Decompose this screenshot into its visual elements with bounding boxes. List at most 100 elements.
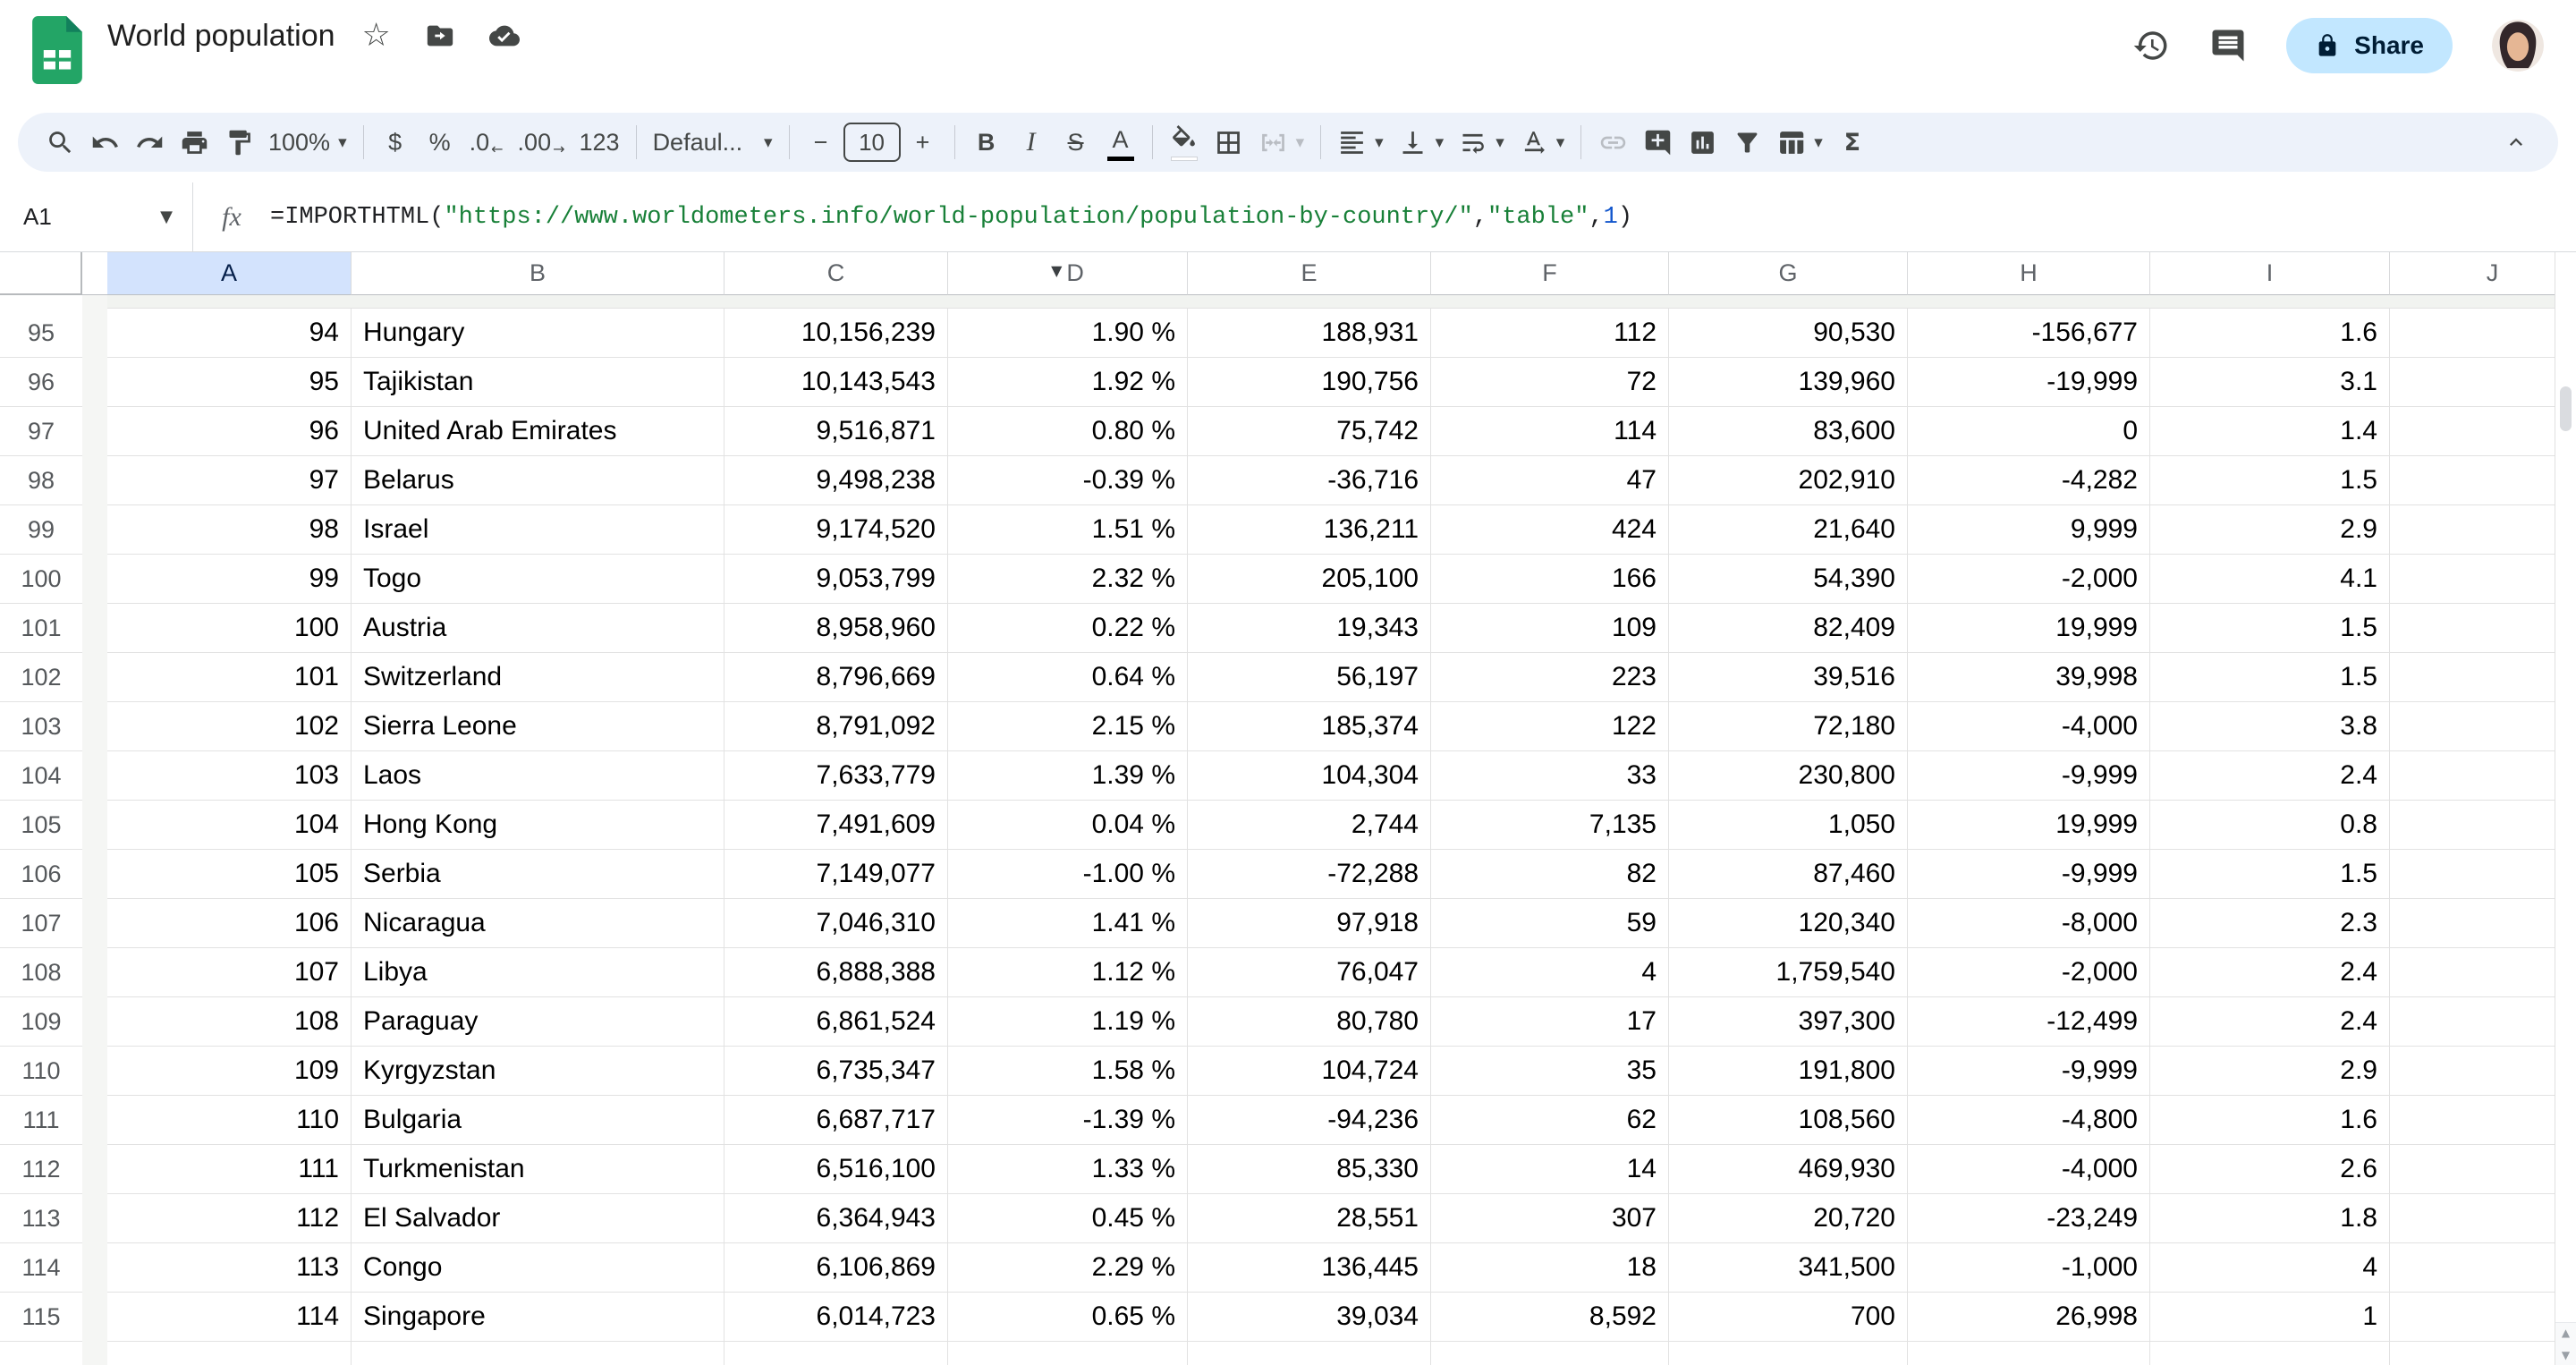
row-header[interactable]: 97	[0, 407, 82, 456]
cell-F112[interactable]: 14	[1431, 1145, 1669, 1194]
column-header-H[interactable]: H	[1908, 252, 2150, 295]
cell-I105[interactable]: 0.8	[2150, 801, 2390, 850]
scroll-up-icon[interactable]: ▲	[2562, 1327, 2570, 1339]
row-header[interactable]: 103	[0, 702, 82, 751]
horizontal-align-button[interactable]	[1330, 120, 1391, 165]
column-header-F[interactable]: F	[1431, 252, 1669, 295]
cell-G115[interactable]: 700	[1669, 1293, 1908, 1342]
row-header[interactable]	[0, 1342, 82, 1365]
vertical-scrollbar[interactable]: ▲▼	[2555, 252, 2576, 1365]
cell-C114[interactable]: 6,106,869	[724, 1243, 948, 1293]
cell-E[interactable]	[1188, 1342, 1431, 1365]
cell-H103[interactable]: -4,000	[1908, 702, 2150, 751]
cell-I99[interactable]: 2.9	[2150, 505, 2390, 555]
cell-A109[interactable]: 108	[107, 997, 352, 1047]
cell-C103[interactable]: 8,791,092	[724, 702, 948, 751]
cell-E103[interactable]: 185,374	[1188, 702, 1431, 751]
cell-G106[interactable]: 87,460	[1669, 850, 1908, 899]
cell-F96[interactable]: 72	[1431, 358, 1669, 407]
cell-H107[interactable]: -8,000	[1908, 899, 2150, 948]
cell-I106[interactable]: 1.5	[2150, 850, 2390, 899]
cell-J107[interactable]	[2390, 899, 2576, 948]
cell-I98[interactable]: 1.5	[2150, 456, 2390, 505]
cell-A[interactable]	[107, 1342, 352, 1365]
share-button[interactable]: Share	[2286, 18, 2453, 73]
cell-I97[interactable]: 1.4	[2150, 407, 2390, 456]
row-header[interactable]: 104	[0, 751, 82, 801]
cell-F113[interactable]: 307	[1431, 1194, 1669, 1243]
cell-H110[interactable]: -9,999	[1908, 1047, 2150, 1096]
cell-F95[interactable]: 112	[1431, 309, 1669, 358]
text-rotation-button[interactable]	[1512, 120, 1572, 165]
cell-J96[interactable]	[2390, 358, 2576, 407]
cell-A112[interactable]: 111	[107, 1145, 352, 1194]
cell-D108[interactable]: 1.12 %	[948, 948, 1188, 997]
row-header[interactable]: 101	[0, 604, 82, 653]
cell-H106[interactable]: -9,999	[1908, 850, 2150, 899]
text-color-button[interactable]: A	[1098, 120, 1143, 165]
cell-E106[interactable]: -72,288	[1188, 850, 1431, 899]
cell-F114[interactable]: 18	[1431, 1243, 1669, 1293]
cell-E102[interactable]: 56,197	[1188, 653, 1431, 702]
column-header-J[interactable]: J	[2390, 252, 2576, 295]
cell-B112[interactable]: Turkmenistan	[352, 1145, 724, 1194]
row-header[interactable]: 108	[0, 948, 82, 997]
cell-H[interactable]	[1908, 1342, 2150, 1365]
cell-C113[interactable]: 6,364,943	[724, 1194, 948, 1243]
cell-C106[interactable]: 7,149,077	[724, 850, 948, 899]
cell-F107[interactable]: 59	[1431, 899, 1669, 948]
cell-J115[interactable]	[2390, 1293, 2576, 1342]
cell-D105[interactable]: 0.04 %	[948, 801, 1188, 850]
cell-J98[interactable]	[2390, 456, 2576, 505]
cell-G97[interactable]: 83,600	[1669, 407, 1908, 456]
cell-B114[interactable]: Congo	[352, 1243, 724, 1293]
cell-E110[interactable]: 104,724	[1188, 1047, 1431, 1096]
cell-D97[interactable]: 0.80 %	[948, 407, 1188, 456]
cell-B108[interactable]: Libya	[352, 948, 724, 997]
cell-F99[interactable]: 424	[1431, 505, 1669, 555]
cell-E98[interactable]: -36,716	[1188, 456, 1431, 505]
cell-I112[interactable]: 2.6	[2150, 1145, 2390, 1194]
cell-B115[interactable]: Singapore	[352, 1293, 724, 1342]
cell-H97[interactable]: 0	[1908, 407, 2150, 456]
cell-A104[interactable]: 103	[107, 751, 352, 801]
row-header[interactable]: 112	[0, 1145, 82, 1194]
column-header-E[interactable]: E	[1188, 252, 1431, 295]
cell-F103[interactable]: 122	[1431, 702, 1669, 751]
cell-J101[interactable]	[2390, 604, 2576, 653]
format-percent-button[interactable]: %	[418, 120, 462, 165]
bold-button[interactable]: B	[964, 120, 1009, 165]
move-folder-icon[interactable]	[425, 21, 455, 51]
cell-C102[interactable]: 8,796,669	[724, 653, 948, 702]
cell-B100[interactable]: Togo	[352, 555, 724, 604]
cell-I110[interactable]: 2.9	[2150, 1047, 2390, 1096]
cell-D107[interactable]: 1.41 %	[948, 899, 1188, 948]
cell-I108[interactable]: 2.4	[2150, 948, 2390, 997]
cell-D98[interactable]: -0.39 %	[948, 456, 1188, 505]
cell-I107[interactable]: 2.3	[2150, 899, 2390, 948]
cell-G100[interactable]: 54,390	[1669, 555, 1908, 604]
row-header[interactable]: 107	[0, 899, 82, 948]
row-header[interactable]: 109	[0, 997, 82, 1047]
cell-J[interactable]	[2390, 1342, 2576, 1365]
cell-I101[interactable]: 1.5	[2150, 604, 2390, 653]
cell-C104[interactable]: 7,633,779	[724, 751, 948, 801]
cell-B97[interactable]: United Arab Emirates	[352, 407, 724, 456]
cell-J95[interactable]	[2390, 309, 2576, 358]
increase-decimals-button[interactable]: .00→	[511, 120, 572, 165]
cell-B101[interactable]: Austria	[352, 604, 724, 653]
row-header[interactable]: 102	[0, 653, 82, 702]
row-header[interactable]: 96	[0, 358, 82, 407]
cell-E101[interactable]: 19,343	[1188, 604, 1431, 653]
row-header[interactable]: 99	[0, 505, 82, 555]
format-currency-button[interactable]: $	[373, 120, 418, 165]
cell-F111[interactable]: 62	[1431, 1096, 1669, 1145]
cell-A101[interactable]: 100	[107, 604, 352, 653]
cell-D99[interactable]: 1.51 %	[948, 505, 1188, 555]
italic-button[interactable]: I	[1009, 120, 1054, 165]
cell-A97[interactable]: 96	[107, 407, 352, 456]
scrollbar-thumb[interactable]	[2560, 386, 2572, 431]
cell-C111[interactable]: 6,687,717	[724, 1096, 948, 1145]
cell-B96[interactable]: Tajikistan	[352, 358, 724, 407]
cell-J109[interactable]	[2390, 997, 2576, 1047]
